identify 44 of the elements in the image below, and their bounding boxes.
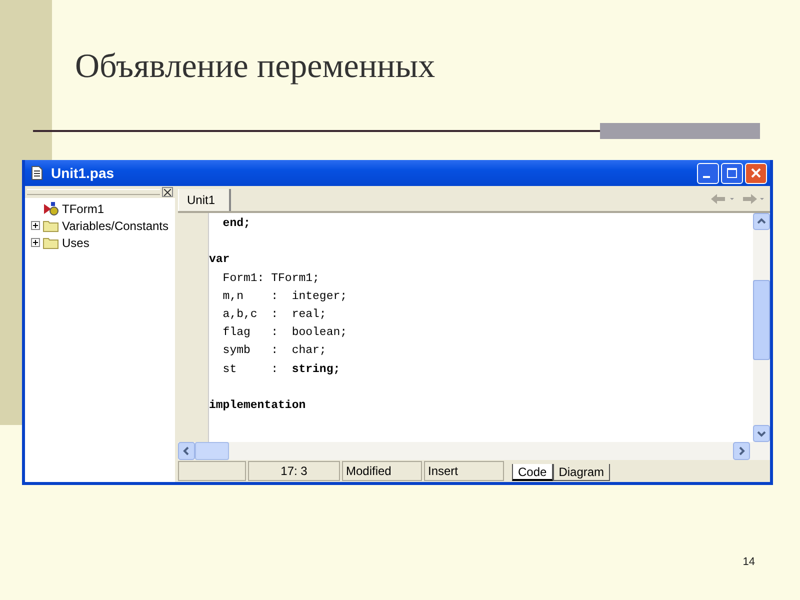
- status-cell: [178, 461, 246, 481]
- minimize-icon: [703, 176, 710, 178]
- code-line: implementation: [209, 398, 306, 412]
- code-line: end;: [222, 217, 250, 230]
- component-icon: [43, 202, 59, 216]
- tree-item[interactable]: Variables/Constants: [62, 218, 168, 232]
- close-pane-button[interactable]: [162, 187, 173, 197]
- scroll-right-icon[interactable]: [733, 442, 750, 460]
- minimize-button[interactable]: [697, 162, 719, 184]
- folder-icon: [43, 236, 59, 249]
- view-tab[interactable]: Diagram: [552, 464, 610, 481]
- vertical-scrollbar[interactable]: [753, 213, 770, 442]
- window-title: Unit1.pas: [51, 165, 114, 181]
- maximize-icon: [727, 168, 737, 178]
- code-line: Form1: TForm1;: [222, 272, 320, 285]
- page-number: 14: [742, 556, 755, 568]
- close-button[interactable]: [745, 162, 767, 184]
- code-line: flag : boolean;: [222, 326, 348, 340]
- document-icon: [31, 166, 43, 180]
- code-line: m,n : integer;: [222, 290, 348, 303]
- folder-icon: [43, 219, 59, 232]
- slide-title: Объявление переменных: [75, 48, 436, 87]
- pane-grip[interactable]: [27, 189, 160, 195]
- scroll-thumb[interactable]: [753, 280, 770, 360]
- tree-item[interactable]: TForm1: [62, 202, 104, 216]
- scroll-down-icon[interactable]: [753, 425, 770, 442]
- view-tab[interactable]: Code: [512, 464, 553, 481]
- expand-icon[interactable]: [31, 238, 40, 247]
- cursor-position: 17: 3: [248, 461, 340, 481]
- tree-item[interactable]: Uses: [62, 236, 90, 250]
- scroll-thumb[interactable]: [195, 442, 229, 460]
- horizontal-scrollbar[interactable]: [178, 442, 770, 460]
- scroll-left-icon[interactable]: [178, 442, 195, 460]
- scroll-up-icon[interactable]: [753, 213, 770, 230]
- editor-tab[interactable]: Unit1: [178, 189, 232, 211]
- code-line: var: [209, 253, 230, 266]
- expand-icon[interactable]: [31, 221, 40, 230]
- code-line: st : string;: [222, 362, 340, 376]
- maximize-button[interactable]: [721, 162, 743, 184]
- insert-mode: Insert: [424, 461, 504, 481]
- modified-status: Modified: [342, 461, 422, 481]
- close-icon: [751, 168, 761, 178]
- code-line: symb : char;: [222, 344, 326, 358]
- code-line: a,b,c : real;: [222, 308, 326, 321]
